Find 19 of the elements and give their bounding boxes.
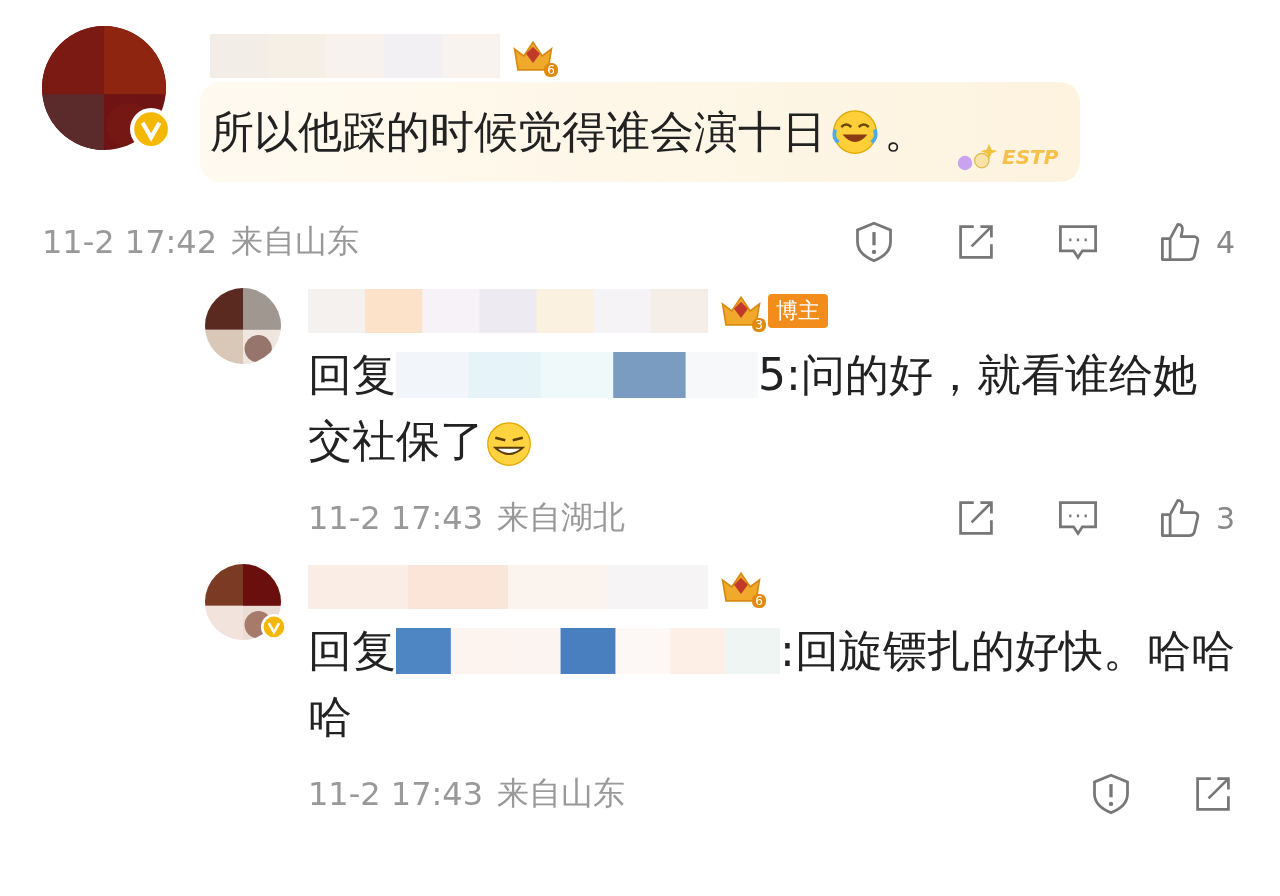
sticker-text: ESTP [1002,145,1059,169]
comment-text: 。 [884,105,928,159]
comment-location: 来自山东 [497,773,625,814]
comment-location: 来自山东 [231,221,359,262]
reply-text: 回复 5:问的好，就看谁给她交社保了 [308,342,1235,474]
comment-time: 11-2 17:42 [42,223,217,261]
like-button[interactable]: 3 [1157,496,1235,540]
like-button[interactable]: 4 [1157,220,1235,264]
comment-time: 11-2 17:43 [308,775,483,813]
blogger-tag: 博主 [768,294,828,328]
comment-text: 所以他踩的时候觉得谁会演十日 [210,105,826,159]
comment-time: 11-2 17:43 [308,499,483,537]
reply-text: 回复 :回旋镖扎的好快。哈哈哈 [308,624,1235,744]
level-number: 6 [544,63,558,77]
level-number: 6 [752,594,766,608]
comment-location: 来自湖北 [497,497,625,538]
grinning-emoji-icon [484,419,534,469]
laughing-emoji-icon [830,107,880,157]
level-number: 3 [752,318,766,332]
